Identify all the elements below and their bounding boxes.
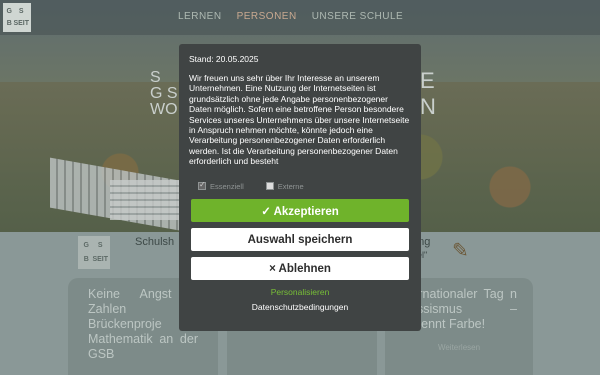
decline-button[interactable]: × Ablehnen [191, 257, 409, 280]
checkbox-necessary-box [198, 180, 206, 190]
logo-letter-g: G [6, 7, 12, 15]
info-logo-letter-s: S [97, 241, 103, 249]
save-selection-button[interactable]: Auswahl speichern [191, 228, 409, 251]
main-nav: LERNEN PERSONEN UNSERE SCHULE [178, 11, 403, 22]
nav-item-personen[interactable]: PERSONEN [237, 11, 297, 22]
personalize-link[interactable]: Personalisieren [189, 287, 411, 297]
accept-button[interactable]: ✓ Akzeptieren [191, 199, 409, 222]
info-left-label[interactable]: Schulsh [135, 236, 174, 248]
nav-item-lernen[interactable]: LERNEN [178, 11, 222, 22]
policy-date: Stand: 20.05.2025 [189, 54, 259, 64]
hero-logo-fragment: S G S WO [150, 69, 178, 118]
logo-letter-b: B [6, 20, 12, 28]
info-logo-letter-g: G [83, 241, 89, 249]
nav-item-unsere-schule[interactable]: UNSERE SCHULE [312, 11, 404, 22]
checkbox-necessary[interactable]: Essenziell [198, 180, 244, 191]
cookie-consent-dialog: Stand: 20.05.2025 Wir freuen uns sehr üb… [179, 44, 421, 331]
school-logo[interactable]: G S B SEIT [3, 3, 31, 32]
hero-heading-fragment: E N [420, 68, 436, 119]
info-logo-letter-b: B [83, 256, 89, 264]
read-more-link[interactable]: Weiterlesen [401, 340, 517, 355]
checkbox-external-label: Externe [277, 181, 304, 191]
checkbox-external-box [265, 182, 274, 190]
logo-letter-seit: SEIT [13, 20, 29, 28]
quill-icon: ✎ [452, 240, 469, 262]
school-building-image-2 [110, 180, 180, 220]
consent-options: Essenziell Externe [198, 180, 411, 192]
checkbox-necessary-label: Essenziell [210, 181, 244, 191]
logo-letter-s: S [18, 7, 24, 15]
privacy-policy-link[interactable]: Datenschutzbedingungen [189, 302, 411, 312]
info-logo: G S B SEIT [78, 236, 110, 269]
privacy-policy-text[interactable]: Wir freuen uns sehr über Ihr Interesse a… [189, 73, 411, 165]
checkbox-external[interactable]: Externe [265, 181, 304, 191]
info-logo-letter-seit: SEIT [92, 256, 108, 264]
